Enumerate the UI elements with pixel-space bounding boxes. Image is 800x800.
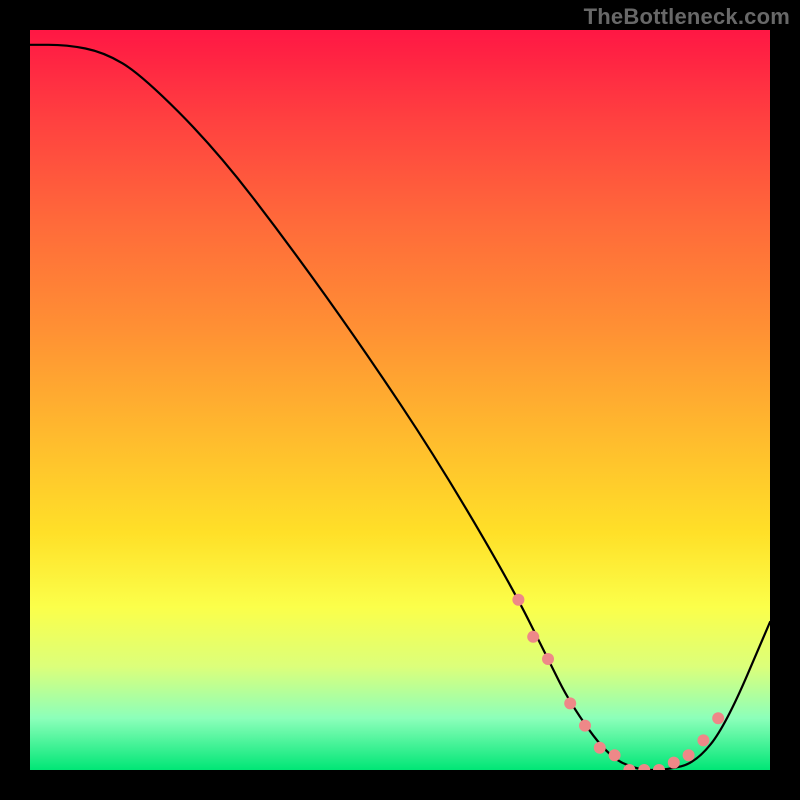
highlight-dot	[542, 653, 554, 665]
highlight-dot	[564, 697, 576, 709]
highlight-dot	[512, 594, 524, 606]
highlight-dot	[668, 757, 680, 769]
watermark-text: TheBottleneck.com	[584, 4, 790, 30]
plot-area	[30, 30, 770, 770]
curve-svg	[30, 30, 770, 770]
highlight-dot	[712, 712, 724, 724]
chart-frame: TheBottleneck.com	[0, 0, 800, 800]
main-curve	[30, 45, 770, 770]
highlight-dot	[609, 749, 621, 761]
highlight-dot	[579, 720, 591, 732]
highlight-dot	[683, 749, 695, 761]
highlight-dot	[653, 764, 665, 770]
highlight-dots	[512, 594, 724, 770]
highlight-dot	[527, 631, 539, 643]
highlight-dot	[638, 764, 650, 770]
highlight-dot	[697, 734, 709, 746]
highlight-dot	[594, 742, 606, 754]
